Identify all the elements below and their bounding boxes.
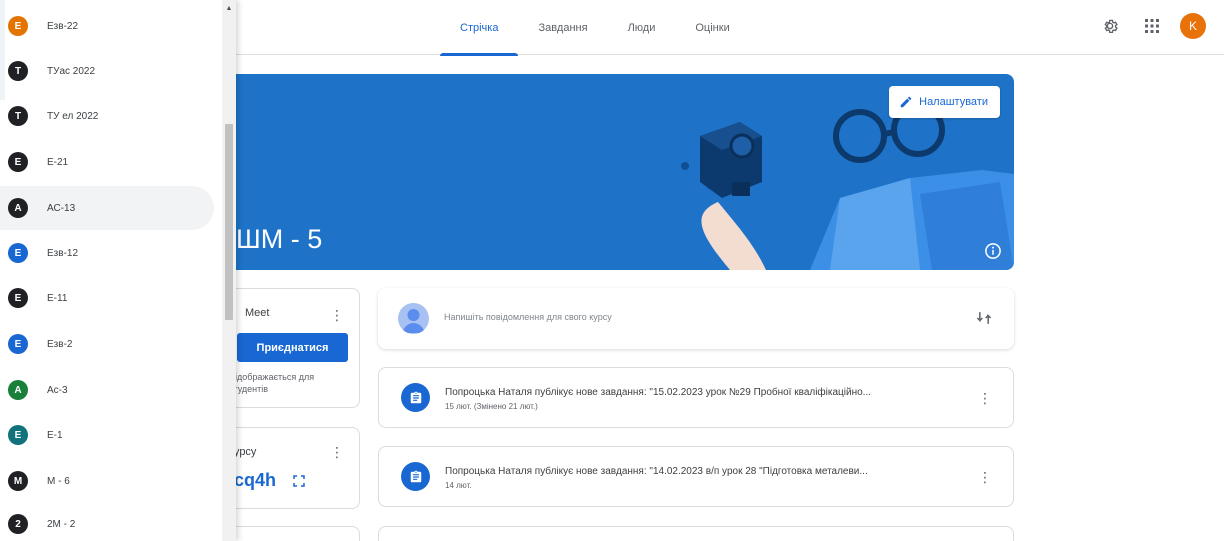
class-item-ezv-22[interactable]: E Езв-22: [0, 4, 214, 48]
assignment-icon: [401, 462, 430, 491]
class-item-e-11[interactable]: E Е-11: [0, 276, 214, 320]
class-label: Езв-12: [47, 247, 79, 259]
class-drawer: E Езв-22 T ТУас 2022 T ТУ ел 2022 E Е-21…: [0, 0, 236, 541]
course-tabs: Стрічка Завдання Люди Оцінки: [440, 0, 750, 56]
meet-title: Meet: [245, 307, 270, 319]
meet-more-button[interactable]: ⋮: [329, 305, 345, 325]
stream-item[interactable]: Попроцька Наталя публікує нове завдання:…: [378, 446, 1014, 507]
stream-item-more-button[interactable]: ⋮: [977, 467, 993, 487]
class-label: Е-21: [47, 156, 69, 168]
join-button[interactable]: Приєднатися: [237, 333, 348, 362]
tab-grades[interactable]: Оцінки: [675, 0, 749, 55]
stream-item[interactable]: Попроцька Наталя публікує нове завдання:…: [378, 367, 1014, 428]
stream-item-title: Попроцька Наталя публікує нове завдання:…: [445, 387, 871, 398]
class-avatar: E: [8, 288, 28, 308]
class-label: М - 6: [47, 475, 70, 487]
classroom-app: Стрічка Завдання Люди Оцінки K ШМ - 5 На…: [0, 0, 1224, 541]
account-avatar[interactable]: K: [1180, 13, 1206, 39]
class-label: Е-1: [47, 429, 63, 441]
tab-people[interactable]: Люди: [608, 0, 676, 55]
class-avatar: A: [8, 380, 28, 400]
drawer-scrollbar[interactable]: ▲: [222, 0, 236, 541]
fullscreen-icon[interactable]: [293, 475, 305, 487]
top-actions: K: [1096, 12, 1206, 40]
tab-stream[interactable]: Стрічка: [440, 0, 519, 56]
class-code-more-button[interactable]: ⋮: [329, 442, 345, 462]
customize-button[interactable]: Налаштувати: [889, 86, 1000, 118]
class-item-e-1[interactable]: E Е-1: [0, 413, 214, 457]
announcement-composer[interactable]: Напишіть повідомлення для свого курсу: [378, 288, 1014, 349]
announcement-placeholder[interactable]: Напишіть повідомлення для свого курсу: [444, 312, 612, 322]
class-label: ТУ ел 2022: [47, 110, 99, 122]
class-item-tuas-2022[interactable]: T ТУас 2022: [0, 49, 214, 93]
class-item-ezv-12[interactable]: E Езв-12: [0, 231, 214, 275]
stream-item-date: 15 лют. (Змінено 21 лют.): [445, 402, 538, 411]
class-label: АС-13: [47, 202, 76, 214]
assignment-icon: [401, 383, 430, 412]
course-title: ШМ - 5: [236, 224, 323, 254]
scroll-up-arrow-icon[interactable]: ▲: [225, 5, 233, 13]
scrollbar-thumb[interactable]: [225, 124, 233, 320]
class-item-ezv-2[interactable]: E Езв-2: [0, 322, 214, 366]
apps-button[interactable]: [1138, 12, 1166, 40]
settings-button[interactable]: [1096, 12, 1124, 40]
class-label: 2М - 2: [47, 518, 76, 530]
class-label: ТУас 2022: [47, 65, 96, 77]
stream-item-title: Попроцька Наталя публікує нове завдання:…: [445, 466, 868, 477]
apps-grid-icon: [1145, 19, 1159, 33]
class-avatar: T: [8, 61, 28, 81]
class-avatar: E: [8, 152, 28, 172]
class-avatar: A: [8, 198, 28, 218]
class-item-as-13[interactable]: A АС-13: [0, 186, 214, 230]
info-icon[interactable]: [984, 242, 1002, 260]
class-item-tu-el-2022[interactable]: T ТУ ел 2022: [0, 94, 214, 138]
stream-item-date: 14 лют.: [445, 481, 472, 490]
tab-classwork[interactable]: Завдання: [518, 0, 607, 55]
class-avatar: M: [8, 471, 28, 491]
class-label: Е-11: [47, 292, 68, 304]
user-avatar: [398, 303, 429, 334]
class-avatar: E: [8, 425, 28, 445]
class-item-m-6[interactable]: M М - 6: [0, 459, 214, 503]
class-avatar: E: [8, 16, 28, 36]
course-banner: ШМ - 5 Налаштувати: [200, 74, 1014, 270]
repost-icon[interactable]: [974, 308, 994, 328]
stream-item-more-button[interactable]: ⋮: [977, 388, 993, 408]
stream-item[interactable]: [378, 526, 1014, 541]
pencil-icon: [900, 96, 912, 108]
class-label: Езв-22: [47, 20, 79, 32]
class-code-value: lcq4h: [229, 470, 277, 490]
customize-label: Налаштувати: [919, 96, 988, 108]
meet-visibility-note: Відображається для студентів: [229, 372, 315, 394]
class-item-as-3[interactable]: A Ас-3: [0, 368, 214, 412]
class-avatar: 2: [8, 514, 28, 534]
class-item-e-21[interactable]: E Е-21: [0, 140, 214, 184]
class-label: Езв-2: [47, 338, 73, 350]
class-avatar: E: [8, 334, 28, 354]
class-avatar: E: [8, 243, 28, 263]
gear-icon: [1104, 19, 1118, 34]
class-item-2m-2[interactable]: 2 2М - 2: [0, 502, 214, 541]
class-label: Ас-3: [47, 384, 68, 396]
class-avatar: T: [8, 106, 28, 126]
